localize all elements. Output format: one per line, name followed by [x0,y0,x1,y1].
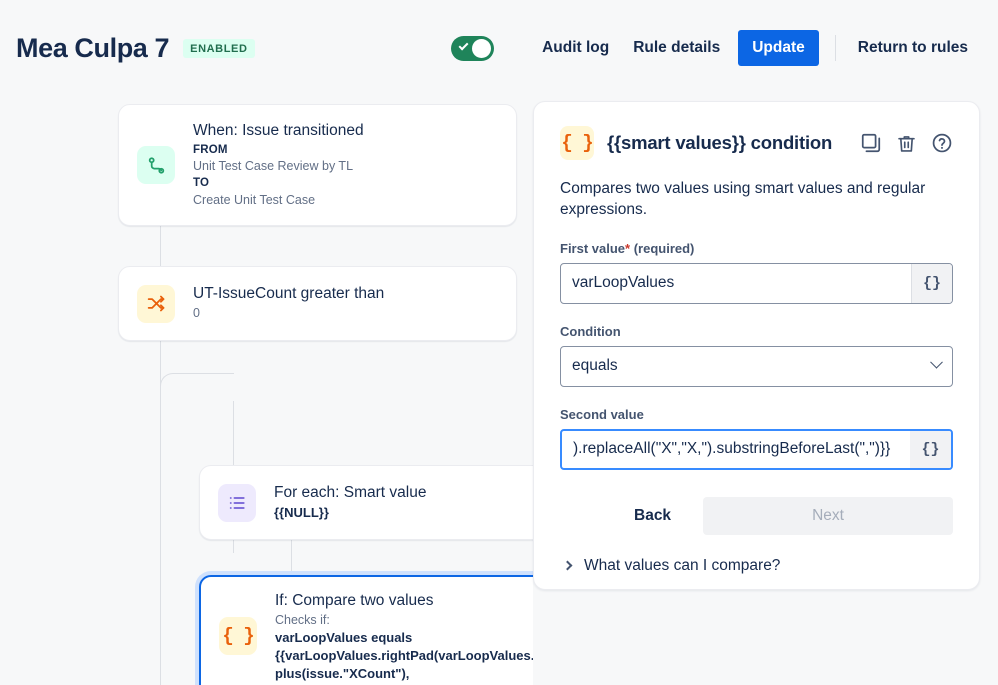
rule-card-smartvalue: {{NULL}} [274,504,329,520]
panel-description: Compares two values using smart values a… [560,180,926,219]
chevron-down-icon [930,355,943,369]
status-badge: ENABLED [183,38,255,58]
condition-selected-value: equals [572,357,618,375]
first-value-input[interactable] [561,263,911,303]
trash-icon[interactable] [896,133,917,154]
rule-card-body: If: Compare two values Checks if: varLoo… [275,591,533,683]
rule-card-title: For each: Smart value [274,484,427,502]
header-divider [834,35,836,61]
rule-card-for-each[interactable]: For each: Smart value {{NULL}} [199,465,533,540]
trigger-from-label: FROM [193,143,228,156]
panel-actions [860,132,953,154]
audit-log-button[interactable]: Audit log [530,30,621,66]
toggle-knob [472,38,492,58]
page-title: Mea Culpa 7 [16,32,170,63]
rule-card-body: UT-IssueCount greater than 0 [193,284,398,322]
second-value-smart-value-button[interactable]: {} [910,430,951,468]
rule-card-title: When: Issue transitioned [193,121,364,139]
second-value-label: Second value [560,406,644,422]
curly-braces-glyph: { } [561,132,593,154]
panel-header: { } {{smart values}} condition [560,126,953,160]
trigger-from-value: Unit Test Case Review by TL [193,158,354,173]
first-value-label: First value* (required) [560,241,953,256]
update-button[interactable]: Update [738,30,819,66]
condition-select[interactable]: equals [560,345,953,387]
curly-braces-icon: { } [219,617,257,655]
rule-card-subtitle: 0 [193,306,200,321]
rule-card-title: If: Compare two values [275,592,434,609]
first-value-smart-value-button[interactable]: {} [911,263,952,303]
rule-card-if-compare[interactable]: { } If: Compare two values Checks if: va… [199,575,533,685]
first-value-field[interactable]: {} [560,262,953,304]
rule-enabled-toggle[interactable] [451,35,495,61]
rule-card-trigger[interactable]: When: Issue transitioned FROM Unit Test … [118,104,517,226]
page-header: Mea Culpa 7 ENABLED Audit log Rule detai… [0,0,998,96]
second-value-field[interactable]: {} [560,428,953,470]
next-button: Next [703,496,953,535]
panel-title: {{smart values}} condition [607,132,833,153]
duplicate-icon[interactable] [860,132,882,154]
curly-braces-glyph: { } [222,625,254,647]
chevron-right-icon [562,560,573,571]
rule-canvas: BRANCH When: Issue transitioned FROM Uni… [0,96,533,685]
return-to-rules-button[interactable]: Return to rules [846,30,980,66]
panel-button-row: Back Next [560,496,953,535]
first-value-label-text: First value [560,240,626,256]
what-values-expander-label: What values can I compare? [584,556,781,574]
trigger-to-value: Create Unit Test Case [193,192,316,207]
checks-if-line-1: varLoopValues equals [275,630,413,646]
what-values-expander[interactable]: What values can I compare? [560,557,953,575]
back-button[interactable]: Back [612,498,693,534]
help-icon[interactable] [931,132,953,154]
trigger-to-label: TO [193,177,210,190]
required-asterisk: * [625,240,631,256]
header-actions: Audit log Rule details Update Return to … [451,30,980,66]
checks-if-line-2: {{varLoopValues.rightPad(varLoopValues.l… [275,648,533,664]
rule-card-body: When: Issue transitioned FROM Unit Test … [193,121,378,209]
branch-path-icon [137,146,175,184]
checks-if-label: Checks if: [275,612,330,627]
connector-line [160,220,161,266]
rule-card-condition[interactable]: UT-IssueCount greater than 0 [118,266,517,341]
check-icon [458,40,469,50]
condition-label: Condition [560,323,621,339]
required-text: (required) [633,240,695,256]
checks-if-line-3: plus(issue."XCount"), [275,666,410,682]
list-icon [218,483,256,522]
second-value-input[interactable] [562,430,910,468]
shuffle-icon [137,284,175,323]
rule-card-body: For each: Smart value {{NULL}} [274,483,440,522]
branch-connector-corner [160,373,234,413]
component-config-panel: { } {{smart values}} condition Compares … [533,101,980,590]
curly-braces-icon: { } [560,126,594,160]
rule-card-title: UT-IssueCount greater than [193,285,385,303]
rule-details-button[interactable]: Rule details [621,30,732,66]
